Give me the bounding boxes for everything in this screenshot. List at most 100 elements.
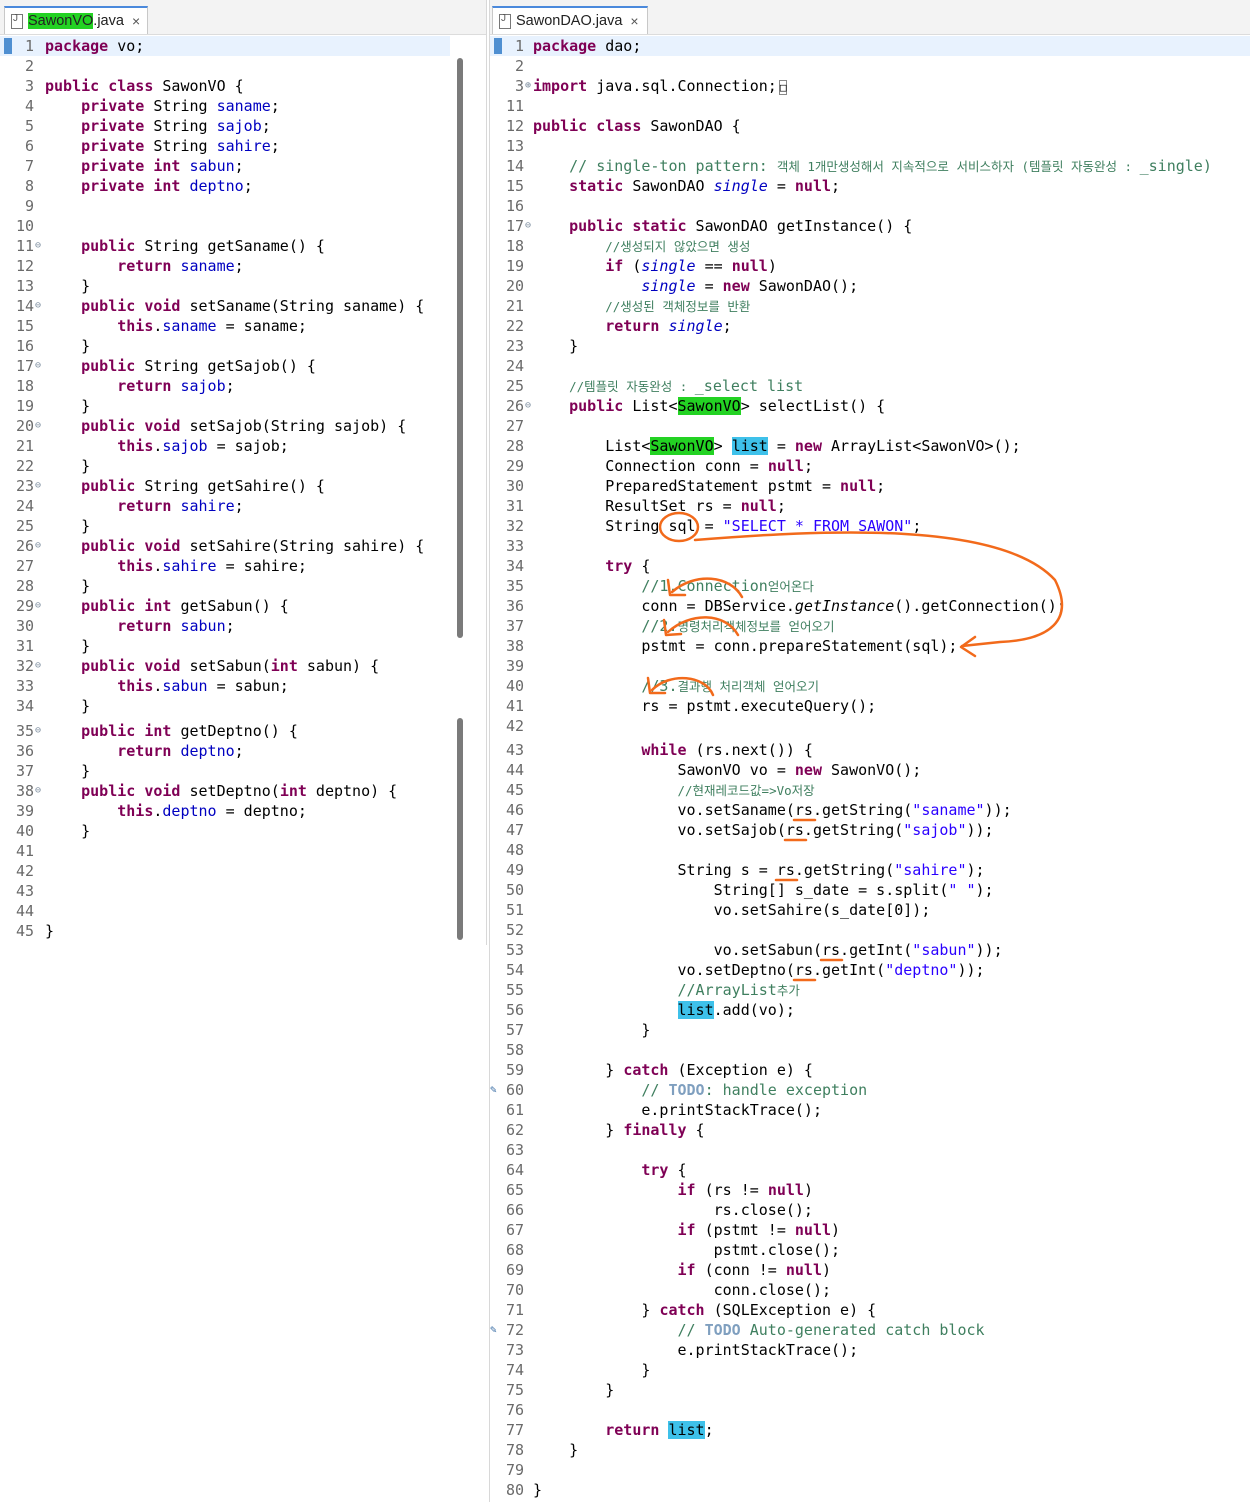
code-line[interactable]: 4 private String saname; (0, 96, 450, 116)
code-line[interactable]: 61 e.printStackTrace(); (490, 1100, 1250, 1120)
code-line[interactable]: 73 e.printStackTrace(); (490, 1340, 1250, 1360)
code-line[interactable]: 11 (490, 96, 1250, 116)
code-line[interactable]: 33 (490, 536, 1250, 556)
close-tab-icon[interactable]: × (630, 13, 638, 29)
code-line[interactable]: 70 conn.close(); (490, 1280, 1250, 1300)
code-line[interactable]: 39 this.deptno = deptno; (0, 801, 450, 821)
code-line[interactable]: 71 } catch (SQLException e) { (490, 1300, 1250, 1320)
code-line[interactable]: 57 } (490, 1020, 1250, 1040)
code-line[interactable]: 25 //템플릿 자동완성 : _select list (490, 376, 1250, 396)
code-line[interactable]: 43 while (rs.next()) { (490, 740, 1250, 760)
fold-collapse-icon[interactable]: ⊖ (35, 596, 41, 616)
code-line[interactable]: 21 this.sajob = sajob; (0, 436, 450, 456)
code-line[interactable]: 3 public class SawonVO { (0, 76, 450, 96)
code-line[interactable]: 59 } catch (Exception e) { (490, 1060, 1250, 1080)
fold-collapse-icon[interactable]: ⊖ (35, 236, 41, 256)
code-line[interactable]: 14 ⊖ public void setSaname(String saname)… (0, 296, 450, 316)
fold-collapse-icon[interactable]: ⊖ (35, 536, 41, 556)
code-line[interactable]: 15 static SawonDAO single = null; (490, 176, 1250, 196)
code-line[interactable]: 18 return sajob; (0, 376, 450, 396)
code-line[interactable]: 26 ⊖ public List<SawonVO> selectList() { (490, 396, 1250, 416)
code-line[interactable]: 12 return saname; (0, 256, 450, 276)
code-line[interactable]: 23 } (490, 336, 1250, 356)
code-line[interactable]: 24 return sahire; (0, 496, 450, 516)
folded-imports-icon[interactable]: □ (778, 80, 788, 95)
code-line[interactable]: ✎ 72 // TODO Auto-generated catch block (490, 1320, 1250, 1340)
code-line[interactable]: 42 (490, 716, 1250, 736)
code-line[interactable]: 75 } (490, 1380, 1250, 1400)
code-line[interactable]: 58 (490, 1040, 1250, 1060)
fold-collapse-icon[interactable]: ⊖ (35, 476, 41, 496)
code-line[interactable]: 18 //생성되지 않았으면 생성 (490, 236, 1250, 256)
code-line[interactable]: 49 String s = rs.getString("sahire"); (490, 860, 1250, 880)
code-line[interactable]: 51 vo.setSahire(s_date[0]); (490, 900, 1250, 920)
code-line[interactable]: 9 (0, 196, 450, 216)
fold-collapse-icon[interactable]: ⊖ (35, 781, 41, 801)
code-line[interactable]: 77 return list; (490, 1420, 1250, 1440)
code-line[interactable]: 33 this.sabun = sabun; (0, 676, 450, 696)
fold-collapse-icon[interactable]: ⊖ (35, 416, 41, 436)
code-line[interactable]: 67 if (pstmt != null) (490, 1220, 1250, 1240)
code-line[interactable]: 79 (490, 1460, 1250, 1480)
code-line[interactable]: 65 if (rs != null) (490, 1180, 1250, 1200)
code-line[interactable]: 23 ⊖ public String getSahire() { (0, 476, 450, 496)
code-line[interactable]: 29 Connection conn = null; (490, 456, 1250, 476)
code-line[interactable]: 26 ⊖ public void setSahire(String sahire)… (0, 536, 450, 556)
code-line[interactable]: 22 } (0, 456, 450, 476)
code-line[interactable]: 1 package dao; (490, 36, 1250, 56)
code-line[interactable]: 30 return sabun; (0, 616, 450, 636)
code-line[interactable]: 13 (490, 136, 1250, 156)
fold-collapse-icon[interactable]: ⊖ (35, 356, 41, 376)
code-line[interactable]: 76 (490, 1400, 1250, 1420)
code-line[interactable]: 17 ⊖ public static SawonDAO getInstance()… (490, 216, 1250, 236)
code-line[interactable]: 17 ⊖ public String getSajob() { (0, 356, 450, 376)
fold-collapse-icon[interactable]: ⊖ (35, 296, 41, 316)
code-line[interactable]: 14 // single-ton pattern: 객체 1개만생성해서 지속적… (490, 156, 1250, 176)
code-line[interactable]: 37 } (0, 761, 450, 781)
code-line[interactable]: 2 (0, 56, 450, 76)
code-line[interactable]: 32 String sql = "SELECT * FROM SAWON"; (490, 516, 1250, 536)
code-line[interactable]: 25 } (0, 516, 450, 536)
code-line[interactable]: 40 } (0, 821, 450, 841)
code-line[interactable]: 16 } (0, 336, 450, 356)
code-line[interactable]: 7 private int sabun; (0, 156, 450, 176)
code-line[interactable]: 56 list.add(vo); (490, 1000, 1250, 1020)
code-line[interactable]: 55 //ArrayList추가 (490, 980, 1250, 1000)
code-line[interactable]: 37 //2.명령처리객체정보를 얻어오기 (490, 616, 1250, 636)
code-line[interactable]: ✎ 60 // TODO: handle exception (490, 1080, 1250, 1100)
code-line[interactable]: 10 (0, 216, 450, 236)
code-line[interactable]: 1 package vo; (0, 36, 450, 56)
code-line[interactable]: 45} (0, 921, 450, 941)
code-line[interactable]: 74 } (490, 1360, 1250, 1380)
code-line[interactable]: 11 ⊖ public String getSaname() { (0, 236, 450, 256)
code-line[interactable]: 8 private int deptno; (0, 176, 450, 196)
fold-collapse-icon[interactable]: ⊖ (35, 721, 41, 741)
code-line[interactable]: 41 rs = pstmt.executeQuery(); (490, 696, 1250, 716)
code-line[interactable]: 5 private String sajob; (0, 116, 450, 136)
code-line[interactable]: 34 } (0, 696, 450, 716)
code-line[interactable]: 63 (490, 1140, 1250, 1160)
code-line[interactable]: 3 ⊕ import java.sql.Connection; □ (490, 76, 1250, 96)
code-editor[interactable]: 1 package dao; 2 3 ⊕ import java.sql.Connecti… (490, 36, 1250, 1502)
code-line[interactable]: 42 (0, 861, 450, 881)
code-line[interactable]: 22 return single; (490, 316, 1250, 336)
code-line[interactable]: 2 (490, 56, 1250, 76)
tab-sawonvo-java[interactable]: SawonVO.java × (4, 6, 148, 34)
fold-collapse-icon[interactable]: ⊖ (525, 216, 531, 236)
code-line[interactable]: 24 (490, 356, 1250, 376)
code-line[interactable]: 68 pstmt.close(); (490, 1240, 1250, 1260)
code-line[interactable]: 34 try { (490, 556, 1250, 576)
code-line[interactable]: 32 ⊖ public void setSabun(int sabun) { (0, 656, 450, 676)
code-line[interactable]: 66 rs.close(); (490, 1200, 1250, 1220)
code-line[interactable]: 52 (490, 920, 1250, 940)
code-line[interactable]: 46 vo.setSaname(rs.getString("saname")); (490, 800, 1250, 820)
code-line[interactable]: 80} (490, 1480, 1250, 1500)
vertical-scrollbar-lower[interactable] (457, 718, 463, 940)
code-line[interactable]: 41 (0, 841, 450, 861)
fold-expand-icon[interactable]: ⊕ (525, 76, 531, 96)
code-line[interactable]: 36 return deptno; (0, 741, 450, 761)
code-line[interactable]: 30 PreparedStatement pstmt = null; (490, 476, 1250, 496)
code-line[interactable]: 21 //생성된 객체정보를 반환 (490, 296, 1250, 316)
code-line[interactable]: 13 } (0, 276, 450, 296)
code-line[interactable]: 53 vo.setSabun(rs.getInt("sabun")); (490, 940, 1250, 960)
